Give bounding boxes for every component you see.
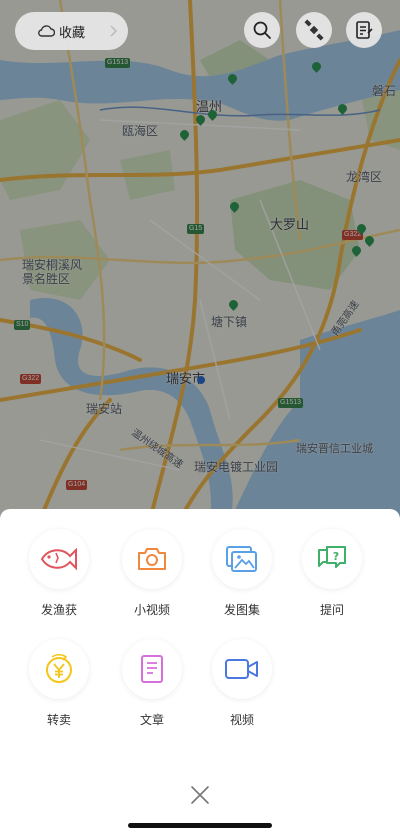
satellite-icon bbox=[304, 19, 324, 41]
action-label: 发渔获 bbox=[40, 603, 77, 617]
close-icon[interactable] bbox=[188, 783, 212, 807]
action-label: 发图集 bbox=[223, 603, 260, 617]
satellite-button[interactable] bbox=[296, 12, 332, 48]
action-post-catch[interactable]: 发渔获 bbox=[20, 529, 98, 618]
gallery-icon bbox=[212, 529, 272, 589]
road-badge-g1513: G1513 bbox=[105, 58, 131, 68]
favorites-label: 收藏 bbox=[59, 24, 86, 40]
map-label-tangxia: 塘下镇 bbox=[211, 315, 248, 329]
road-badge-g1513-south: G1513 bbox=[278, 398, 304, 408]
map-label-pan: 磐石 bbox=[372, 84, 397, 98]
action-label: 文章 bbox=[139, 713, 164, 727]
action-ask-question[interactable]: ? 提问 bbox=[293, 529, 371, 618]
map-label-ruian-station: 瑞安站 bbox=[86, 402, 123, 416]
question-icon: ? bbox=[302, 529, 362, 589]
map-label-ruian-industrial: 瑞安电镀工业园 bbox=[194, 460, 279, 474]
favorites-button[interactable]: 收藏 bbox=[15, 12, 128, 50]
action-label: 视频 bbox=[229, 713, 254, 727]
action-short-video[interactable]: 小视频 bbox=[113, 529, 191, 618]
home-indicator bbox=[128, 823, 272, 828]
map-label-daluoshan: 大罗山 bbox=[270, 217, 310, 232]
video-icon bbox=[212, 639, 272, 699]
action-post-gallery[interactable]: 发图集 bbox=[203, 529, 281, 618]
camera-icon bbox=[122, 529, 182, 589]
search-button[interactable] bbox=[244, 12, 280, 48]
yen-coin-icon bbox=[29, 639, 89, 699]
action-video[interactable]: 视频 bbox=[203, 639, 281, 728]
map-label-ruian-zhangu: 瑞安晋信工业城 bbox=[296, 443, 373, 455]
action-label: 转卖 bbox=[46, 713, 71, 727]
svg-text:?: ? bbox=[333, 550, 339, 563]
note-button[interactable] bbox=[346, 12, 382, 48]
action-article[interactable]: 文章 bbox=[113, 639, 191, 728]
chevron-right-icon bbox=[110, 25, 118, 37]
road-badge-s10: S10 bbox=[14, 320, 31, 330]
road-badge-g322: G322 bbox=[20, 374, 42, 384]
note-icon bbox=[356, 21, 373, 39]
city-dot bbox=[197, 376, 205, 384]
article-icon bbox=[122, 639, 182, 699]
cloud-icon bbox=[38, 25, 55, 37]
map-label-ouhai: 瓯海区 bbox=[122, 124, 159, 138]
map-label-ruian-scenic: 瑞安桐溪风 景名胜区 bbox=[22, 258, 83, 286]
road-badge-g15: G15 bbox=[187, 224, 205, 234]
search-icon bbox=[253, 21, 271, 39]
action-resell[interactable]: 转卖 bbox=[20, 639, 98, 728]
fish-icon bbox=[29, 529, 89, 589]
action-label: 提问 bbox=[319, 603, 344, 617]
action-label: 小视频 bbox=[133, 603, 170, 617]
map-label-longwan: 龙湾区 bbox=[346, 170, 383, 184]
road-badge-g104: G104 bbox=[66, 480, 88, 490]
